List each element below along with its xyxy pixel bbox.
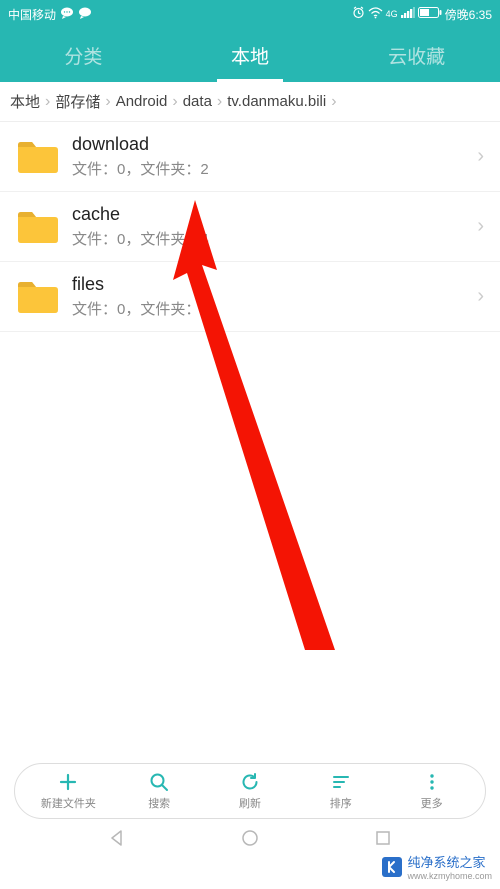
breadcrumb: 本地› 部存储› Android› data› tv.danmaku.bili› bbox=[0, 82, 500, 122]
chevron-right-icon: › bbox=[45, 93, 50, 111]
toolbar-label: 更多 bbox=[421, 795, 443, 811]
folder-icon bbox=[16, 140, 58, 174]
chevron-right-icon: › bbox=[172, 93, 177, 111]
file-info: download 文件：0，文件夹：2 bbox=[72, 134, 472, 179]
file-meta: 文件：0，文件夹：2 bbox=[72, 158, 472, 179]
chevron-right-icon: › bbox=[217, 93, 222, 111]
tab-category[interactable]: 分类 bbox=[0, 28, 167, 82]
toolbar-label: 排序 bbox=[330, 795, 352, 811]
toolbar-label: 搜索 bbox=[148, 795, 170, 811]
file-meta: 文件：0，文件夹：4 bbox=[72, 228, 472, 249]
new-folder-button[interactable]: 新建文件夹 bbox=[23, 771, 114, 811]
home-button[interactable] bbox=[240, 828, 260, 853]
folder-row[interactable]: files 文件：0，文件夹：6 › bbox=[0, 262, 500, 332]
battery-icon bbox=[418, 7, 442, 21]
refresh-icon bbox=[240, 771, 260, 793]
breadcrumb-item[interactable]: 本地› bbox=[10, 91, 55, 112]
file-name: download bbox=[72, 134, 472, 155]
sort-icon bbox=[331, 771, 351, 793]
more-button[interactable]: 更多 bbox=[386, 771, 477, 811]
watermark-url: www.kzmyhome.com bbox=[407, 871, 492, 881]
folder-row[interactable]: cache 文件：0，文件夹：4 › bbox=[0, 192, 500, 262]
sort-button[interactable]: 排序 bbox=[295, 771, 386, 811]
chevron-right-icon: › bbox=[472, 285, 484, 308]
toolbar-label: 新建文件夹 bbox=[41, 795, 96, 811]
chevron-right-icon: › bbox=[105, 93, 110, 111]
alarm-icon bbox=[352, 6, 365, 22]
network-label: 4G bbox=[386, 9, 398, 19]
breadcrumb-item[interactable]: tv.danmaku.bili› bbox=[227, 93, 341, 111]
plus-icon bbox=[58, 771, 78, 793]
back-button[interactable] bbox=[107, 828, 127, 853]
file-meta: 文件：0，文件夹：6 bbox=[72, 298, 472, 319]
folder-icon bbox=[16, 280, 58, 314]
watermark-logo-icon bbox=[382, 857, 402, 877]
watermark-text: 纯净系统之家 bbox=[407, 852, 492, 871]
time-label: 傍晚6:35 bbox=[445, 6, 492, 23]
breadcrumb-item[interactable]: data› bbox=[183, 93, 228, 111]
chevron-right-icon: › bbox=[331, 93, 336, 111]
bottom-toolbar: 新建文件夹 搜索 刷新 排序 更多 bbox=[14, 763, 486, 819]
wifi-icon bbox=[368, 7, 383, 22]
status-bar: 中国移动 4G 傍晚6:35 bbox=[0, 0, 500, 28]
file-name: files bbox=[72, 274, 472, 295]
status-left: 中国移动 bbox=[8, 6, 92, 23]
search-button[interactable]: 搜索 bbox=[114, 771, 205, 811]
chevron-right-icon: › bbox=[472, 215, 484, 238]
message-icon bbox=[78, 7, 92, 22]
recent-button[interactable] bbox=[373, 828, 393, 853]
tab-cloud[interactable]: 云收藏 bbox=[333, 28, 500, 82]
more-icon bbox=[422, 771, 442, 793]
file-name: cache bbox=[72, 204, 472, 225]
tab-local[interactable]: 本地 bbox=[167, 28, 334, 82]
folder-icon bbox=[16, 210, 58, 244]
carrier-label: 中国移动 bbox=[8, 6, 56, 23]
file-info: files 文件：0，文件夹：6 bbox=[72, 274, 472, 319]
breadcrumb-item[interactable]: Android› bbox=[116, 93, 183, 111]
chevron-right-icon: › bbox=[472, 145, 484, 168]
folder-row[interactable]: download 文件：0，文件夹：2 › bbox=[0, 122, 500, 192]
notification-icon bbox=[60, 7, 74, 22]
file-list: download 文件：0，文件夹：2 › cache 文件：0，文件夹：4 ›… bbox=[0, 122, 500, 332]
status-right: 4G 傍晚6:35 bbox=[352, 6, 492, 23]
watermark: 纯净系统之家 www.kzmyhome.com bbox=[382, 852, 492, 881]
file-info: cache 文件：0，文件夹：4 bbox=[72, 204, 472, 249]
toolbar-label: 刷新 bbox=[239, 795, 261, 811]
breadcrumb-item[interactable]: 部存储› bbox=[55, 91, 115, 112]
signal-icon bbox=[401, 7, 415, 21]
top-tabs: 分类 本地 云收藏 bbox=[0, 28, 500, 82]
refresh-button[interactable]: 刷新 bbox=[205, 771, 296, 811]
search-icon bbox=[149, 771, 169, 793]
